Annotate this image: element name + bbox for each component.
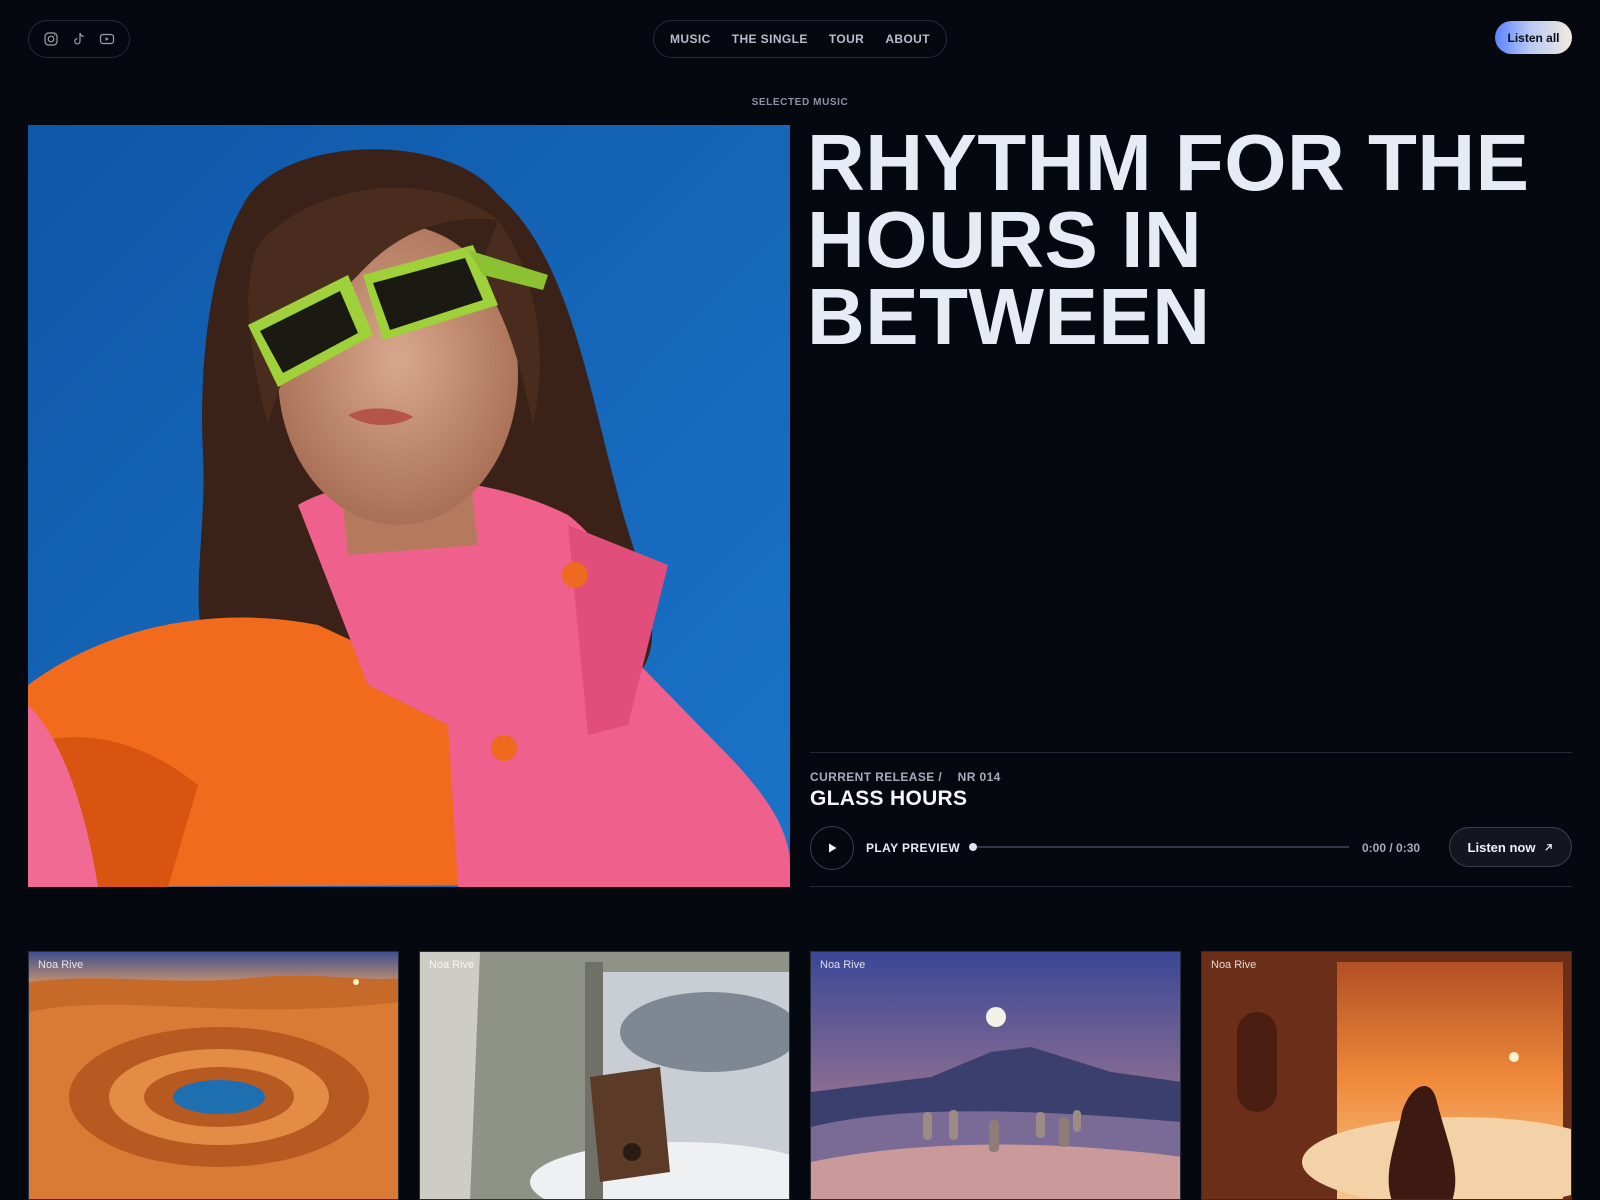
instagram-icon[interactable] (43, 31, 59, 47)
preview-time: 0:00 / 0:30 (1362, 841, 1421, 855)
release-meta: CURRENT RELEASE / NR 014 (810, 770, 1001, 784)
hero-headline: RHYTHM FOR THE HOURS IN BETWEEN (807, 118, 1530, 361)
album-card[interactable]: Noa Rive (810, 951, 1181, 1200)
release-label: CURRENT RELEASE / (810, 770, 943, 784)
album-artist: Noa Rive (820, 959, 866, 971)
play-icon (829, 843, 837, 853)
section-eyebrow: SELECTED MUSIC (751, 97, 849, 108)
nav-about[interactable]: ABOUT (885, 32, 930, 46)
main-nav: MUSIC THE SINGLE TOUR ABOUT (653, 20, 947, 58)
release-title: GLASS HOURS (810, 787, 968, 810)
youtube-icon[interactable] (99, 31, 115, 47)
nav-music[interactable]: MUSIC (670, 32, 711, 46)
release-number: NR 014 (957, 770, 1001, 784)
preview-progress-bar[interactable] (969, 843, 1349, 851)
release-divider-top (810, 752, 1572, 753)
preview-progress-handle[interactable] (969, 843, 977, 851)
nav-tour[interactable]: TOUR (829, 32, 864, 46)
album-cover-kalimba-window (420, 952, 789, 1199)
album-artist: Noa Rive (429, 959, 475, 971)
play-preview-button[interactable] (810, 826, 854, 870)
album-card[interactable]: Noa Rive (1201, 951, 1572, 1200)
arrow-up-right-icon (1545, 843, 1553, 851)
listen-all-button[interactable]: Listen all (1495, 21, 1572, 54)
play-preview-label: PLAY PREVIEW (866, 841, 961, 855)
album-artist: Noa Rive (38, 959, 84, 971)
nav-the-single[interactable]: THE SINGLE (732, 32, 808, 46)
hero-artist-photo (28, 125, 790, 887)
album-card[interactable]: Noa Rive (28, 951, 399, 1200)
listen-now-button[interactable]: Listen now (1449, 827, 1572, 867)
social-links (28, 20, 130, 58)
album-card[interactable]: Noa Rive (419, 951, 790, 1200)
album-cover-dancer-sunset (1202, 952, 1571, 1199)
listen-now-label: Listen now (1467, 839, 1536, 855)
release-divider-bottom (810, 886, 1572, 887)
tiktok-icon[interactable] (71, 31, 87, 47)
album-cover-desert-oasis (29, 952, 398, 1199)
album-cover-moon-stones (811, 952, 1180, 1199)
album-artist: Noa Rive (1211, 959, 1257, 971)
